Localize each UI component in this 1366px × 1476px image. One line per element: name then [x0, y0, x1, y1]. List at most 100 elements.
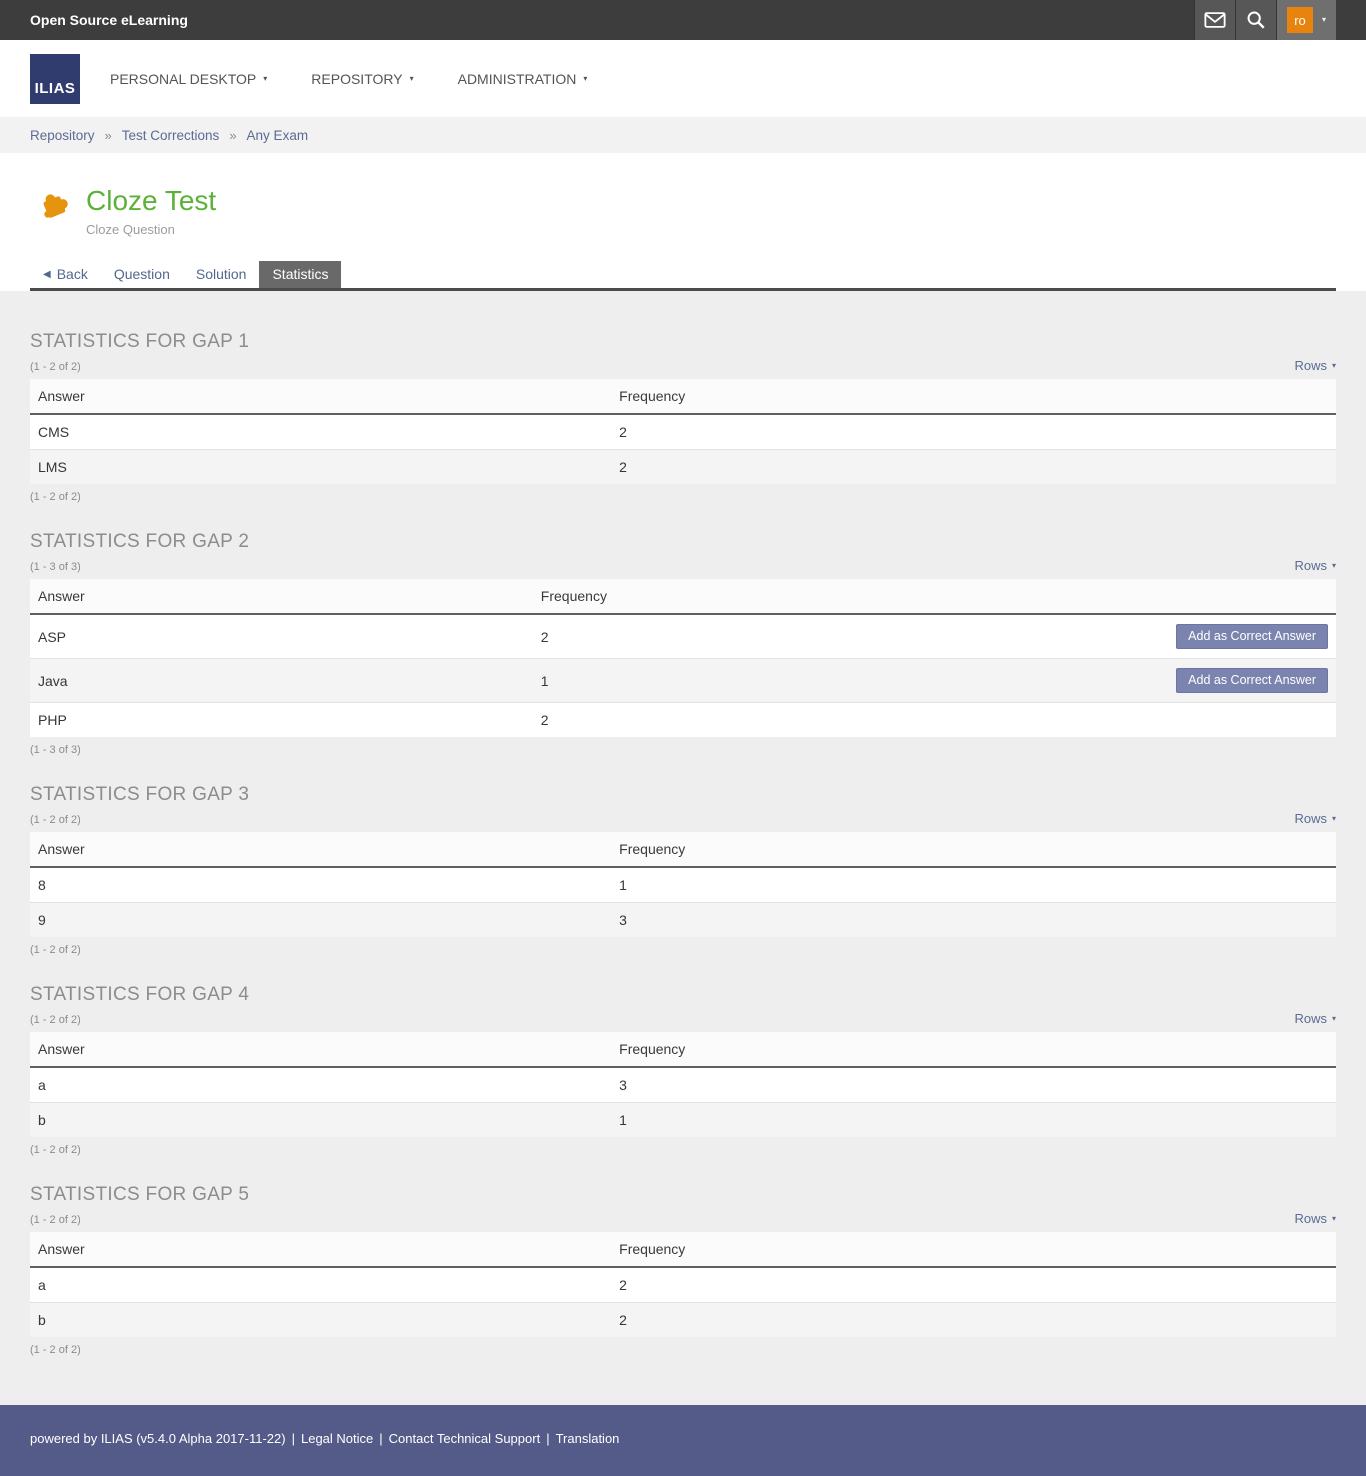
section-gap-2: STATISTICS FOR GAP 2 (1 - 3 of 3) Rows ▾… — [30, 531, 1336, 756]
footer-separator: | — [292, 1431, 295, 1446]
action-column-header — [1140, 579, 1336, 614]
tab-statistics[interactable]: Statistics — [259, 261, 341, 288]
chevron-down-icon: ▾ — [1332, 562, 1336, 570]
breadcrumb-separator: » — [229, 128, 236, 143]
answer-cell: b — [30, 1103, 611, 1138]
frequency-cell: 2 — [611, 450, 1336, 485]
table-row: LMS 2 — [30, 450, 1336, 485]
table-row: b 1 — [30, 1103, 1336, 1138]
tab-question[interactable]: Question — [101, 261, 183, 288]
breadcrumb-any-exam[interactable]: Any Exam — [247, 128, 309, 143]
user-menu[interactable]: ro ▾ — [1276, 0, 1336, 40]
translation-link[interactable]: Translation — [556, 1431, 620, 1446]
breadcrumb-test-corrections[interactable]: Test Corrections — [122, 128, 220, 143]
breadcrumb-bar: Repository » Test Corrections » Any Exam — [0, 117, 1366, 153]
frequency-cell: 1 — [533, 659, 1140, 703]
chevron-down-icon: ▾ — [1332, 362, 1336, 370]
frequency-cell: 2 — [533, 703, 1140, 738]
answer-column-header: Answer — [30, 832, 611, 867]
table-row: ASP 2 Add as Correct Answer — [30, 614, 1336, 659]
range-info: (1 - 2 of 2) — [30, 361, 81, 373]
table-row: b 2 — [30, 1303, 1336, 1338]
topbar-actions: ro ▾ — [1194, 0, 1336, 40]
tab-bar: ◀ Back Question Solution Statistics — [30, 261, 1336, 291]
statistics-table-gap-2: Answer Frequency ASP 2 Add as Correct An… — [30, 579, 1336, 737]
footer-separator: | — [379, 1431, 382, 1446]
rows-dropdown[interactable]: Rows ▾ — [1294, 1211, 1336, 1226]
legal-notice-link[interactable]: Legal Notice — [301, 1431, 373, 1446]
main-content: STATISTICS FOR GAP 1 (1 - 2 of 2) Rows ▾… — [0, 291, 1366, 1405]
answer-cell: Java — [30, 659, 533, 703]
search-icon — [1246, 10, 1266, 30]
rows-dropdown[interactable]: Rows ▾ — [1294, 358, 1336, 373]
table-row: a 2 — [30, 1267, 1336, 1303]
chevron-down-icon: ▾ — [1332, 815, 1336, 823]
page-title: Cloze Test — [86, 186, 216, 217]
range-info: (1 - 2 of 2) — [30, 944, 1336, 956]
ilias-logo[interactable]: ILIAS — [30, 54, 80, 104]
range-info: (1 - 2 of 2) — [30, 491, 1336, 503]
statistics-table-gap-4: Answer Frequency a 3 b 1 — [30, 1032, 1336, 1137]
nav-repository[interactable]: REPOSITORY ▾ — [311, 71, 413, 87]
frequency-column-header: Frequency — [611, 832, 1336, 867]
range-info: (1 - 2 of 2) — [30, 1144, 1336, 1156]
nav-administration[interactable]: ADMINISTRATION ▾ — [458, 71, 588, 87]
table-row: PHP 2 — [30, 703, 1336, 738]
search-button[interactable] — [1235, 0, 1276, 40]
chevron-down-icon: ▾ — [263, 75, 267, 83]
range-info: (1 - 2 of 2) — [30, 1014, 81, 1026]
tab-solution[interactable]: Solution — [183, 261, 260, 288]
answer-column-header: Answer — [30, 379, 611, 414]
answer-cell: LMS — [30, 450, 611, 485]
answer-cell: ASP — [30, 614, 533, 659]
nav-personal-desktop[interactable]: PERSONAL DESKTOP ▾ — [110, 71, 267, 87]
rows-dropdown[interactable]: Rows ▾ — [1294, 811, 1336, 826]
rows-dropdown[interactable]: Rows ▾ — [1294, 558, 1336, 573]
add-as-correct-answer-button[interactable]: Add as Correct Answer — [1176, 668, 1328, 693]
section-title: STATISTICS FOR GAP 1 — [30, 331, 1336, 353]
breadcrumb-separator: » — [105, 128, 112, 143]
answer-cell: a — [30, 1267, 611, 1303]
frequency-cell: 1 — [611, 867, 1336, 903]
range-info: (1 - 3 of 3) — [30, 561, 81, 573]
range-info: (1 - 2 of 2) — [30, 1344, 1336, 1356]
frequency-cell: 2 — [611, 1303, 1336, 1338]
range-info: (1 - 3 of 3) — [30, 744, 1336, 756]
masthead: ILIAS PERSONAL DESKTOP ▾ REPOSITORY ▾ AD… — [0, 40, 1366, 117]
answer-cell: CMS — [30, 414, 611, 450]
table-row: a 3 — [30, 1067, 1336, 1103]
section-title: STATISTICS FOR GAP 5 — [30, 1184, 1336, 1206]
back-link[interactable]: ◀ Back — [30, 261, 101, 288]
frequency-cell: 2 — [611, 414, 1336, 450]
frequency-cell: 1 — [611, 1103, 1336, 1138]
mail-button[interactable] — [1194, 0, 1235, 40]
title-band: Cloze Test Cloze Question ◀ Back Questio… — [0, 153, 1366, 291]
statistics-table-gap-3: Answer Frequency 8 1 9 3 — [30, 832, 1336, 937]
frequency-cell: 3 — [611, 903, 1336, 938]
frequency-column-header: Frequency — [611, 379, 1336, 414]
chevron-down-icon: ▾ — [1332, 1215, 1336, 1223]
answer-column-header: Answer — [30, 579, 533, 614]
table-row: CMS 2 — [30, 414, 1336, 450]
table-row: Java 1 Add as Correct Answer — [30, 659, 1336, 703]
contact-support-link[interactable]: Contact Technical Support — [389, 1431, 541, 1446]
frequency-cell: 2 — [611, 1267, 1336, 1303]
statistics-table-gap-5: Answer Frequency a 2 b 2 — [30, 1232, 1336, 1337]
answer-cell: a — [30, 1067, 611, 1103]
chevron-down-icon: ▾ — [583, 75, 587, 83]
section-title: STATISTICS FOR GAP 4 — [30, 984, 1336, 1006]
frequency-cell: 2 — [533, 614, 1140, 659]
breadcrumb-repository[interactable]: Repository — [30, 128, 95, 143]
frequency-column-header: Frequency — [533, 579, 1140, 614]
rows-dropdown[interactable]: Rows ▾ — [1294, 1011, 1336, 1026]
frequency-cell: 3 — [611, 1067, 1336, 1103]
add-as-correct-answer-button[interactable]: Add as Correct Answer — [1176, 624, 1328, 649]
answer-cell: 8 — [30, 867, 611, 903]
mail-icon — [1204, 11, 1226, 29]
answer-cell: 9 — [30, 903, 611, 938]
top-bar: Open Source eLearning ro ▾ — [0, 0, 1366, 40]
answer-column-header: Answer — [30, 1032, 611, 1067]
section-gap-1: STATISTICS FOR GAP 1 (1 - 2 of 2) Rows ▾… — [30, 331, 1336, 503]
answer-column-header: Answer — [30, 1232, 611, 1267]
table-row: 8 1 — [30, 867, 1336, 903]
